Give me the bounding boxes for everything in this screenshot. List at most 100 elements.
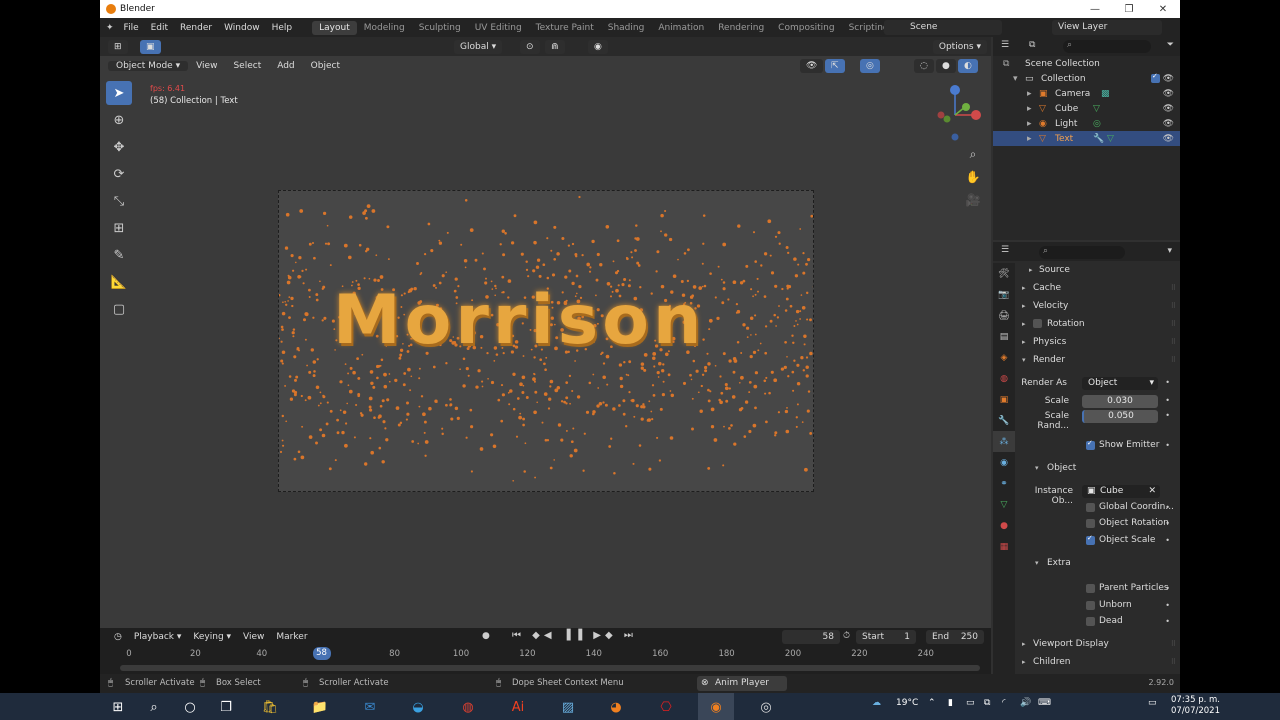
measure-tool-icon[interactable]: 📐 [106,270,132,294]
shading-wireframe-icon[interactable]: ◌ [914,59,934,73]
volume-icon[interactable]: 🔊 [1020,698,1031,708]
zoom-icon[interactable]: ⌕ [965,147,981,163]
battery-icon[interactable]: ▭ [966,698,975,708]
section-source[interactable]: ▸ Source [1015,262,1180,278]
menu-edit[interactable]: Edit [145,23,174,33]
mesh-data-icon[interactable]: ▽ [1093,104,1100,114]
data-tab-icon[interactable]: ▽ [993,494,1015,515]
expand-icon[interactable]: ▸ [1027,119,1032,129]
viewport-menu-select[interactable]: Select [225,61,269,71]
minimize-button[interactable]: — [1078,0,1112,18]
view-layer-tab-icon[interactable]: ▤ [993,326,1015,347]
outliner-scene-collection[interactable]: ⧉ Scene Collection [993,56,1180,71]
outliner-item-cube[interactable]: ▸ ▽ Cube ▽ 👁 [993,101,1180,116]
keyframe-dot[interactable]: • [1165,396,1170,405]
drag-grip-icon[interactable]: ⠿ [1171,352,1176,368]
filter-icon[interactable]: ⏷ [1167,40,1174,50]
cancel-icon[interactable]: ⊗ [701,676,709,691]
keyframe-dot[interactable]: • [1165,378,1170,387]
editor-type-icon[interactable]: ⊞ [108,40,128,54]
keyframe-dot[interactable]: • [1165,441,1170,450]
timeline-editor-type-icon[interactable]: ◷ [108,632,128,642]
object-scale-checkbox[interactable] [1086,534,1095,545]
viewport-menu-add[interactable]: Add [269,61,302,71]
tool-tab-icon[interactable]: 🛠 [993,263,1015,284]
mail-icon[interactable]: ✉ [360,697,380,717]
tab-sculpting[interactable]: Sculpting [412,21,468,35]
particles-tab-icon[interactable]: ⁂ [993,431,1015,452]
shading-material-icon[interactable]: ◐ [958,59,978,73]
select-tool-icon[interactable]: ➤ [106,81,132,105]
blender-taskbar-icon[interactable]: ◉ [706,697,726,717]
scale-random-field[interactable]: 0.050 [1082,410,1158,423]
outliner-item-camera[interactable]: ▸ ▣ Camera ▩ 👁 [993,86,1180,101]
unborn-checkbox[interactable] [1086,601,1095,610]
render-tab-icon[interactable]: 📷 [993,284,1015,305]
section-extra[interactable]: ▾ Extra [1015,555,1180,571]
store-icon[interactable]: 🛍 [260,697,280,717]
eye-icon[interactable]: 👁 [1163,74,1174,84]
transform-orientation-select[interactable]: Global ▾ [454,40,503,54]
shading-solid-icon[interactable]: ● [936,59,956,73]
photos-icon[interactable]: ▨ [558,697,578,717]
notifications-icon[interactable]: ▭ [1148,698,1157,708]
parent-particles-checkbox[interactable] [1086,584,1095,593]
drag-grip-icon[interactable]: ⠿ [1171,298,1176,314]
scale-field[interactable]: 0.030 [1082,395,1158,408]
keyframe-dot[interactable]: • [1165,519,1170,528]
file-explorer-icon[interactable]: 📁 [310,697,330,717]
playback-controls[interactable]: ⏮ ◆◀ ▐▐ ▶◆ ⏭ [512,630,637,641]
menu-help[interactable]: Help [266,23,299,33]
usb-icon[interactable]: ▮ [948,698,953,708]
material-tab-icon[interactable]: ● [993,515,1015,536]
rotation-checkbox[interactable] [1033,319,1042,328]
global-coordinates-checkbox[interactable] [1086,503,1095,512]
3d-viewport[interactable]: ⊞ ▣ Global ▾ ⊙ ⋒ ◉ Options ▾ Object Mode… [100,37,991,628]
section-velocity[interactable]: ▸ Velocity ⠿ [1015,298,1180,314]
outliner-search-input[interactable]: ⌕ [1063,40,1151,53]
menu-window[interactable]: Window [218,23,266,33]
viewport-menu-object[interactable]: Object [303,61,348,71]
end-frame-field[interactable]: End 250 [926,630,984,644]
section-rotation[interactable]: ▸ Rotation ⠿ [1015,316,1180,332]
outliner-collection[interactable]: ▾ ▭ Collection 👁 [993,71,1180,86]
clear-icon[interactable]: ✕ [1148,485,1156,498]
drag-grip-icon[interactable]: ⠿ [1171,636,1176,652]
render-as-select[interactable]: Object ▾ [1082,377,1158,390]
object-rotation-checkbox[interactable] [1086,519,1095,528]
modifier-tab-icon[interactable]: 🔧 [993,410,1015,431]
record-icon[interactable]: ● [482,631,490,641]
add-cube-tool-icon[interactable]: ▢ [106,297,132,321]
keyframe-dot[interactable]: • [1165,411,1170,420]
eye-icon[interactable]: 👁 [1163,119,1174,129]
menu-file[interactable]: File [118,23,145,33]
task-view-icon[interactable]: ❐ [216,697,236,717]
expand-icon[interactable]: ▸ [1027,89,1032,99]
section-viewport-display[interactable]: ▸ Viewport Display ⠿ [1015,636,1180,652]
tab-rendering[interactable]: Rendering [711,21,771,35]
weather-icon[interactable]: ☁ [872,698,881,708]
playhead[interactable]: 58 [312,647,331,660]
properties-editor-icon[interactable]: ☰ [1001,245,1009,255]
current-frame-field[interactable]: 58 [782,630,840,644]
obs-icon[interactable]: ◎ [756,697,776,717]
start-frame-field[interactable]: Start 1 [856,630,916,644]
display-mode-icon[interactable]: ⧉ [1029,40,1035,50]
maximize-button[interactable]: ❐ [1112,0,1146,18]
timeline-menu-marker[interactable]: Marker [270,632,313,642]
language-icon[interactable]: ⌨ [1038,698,1051,708]
world-tab-icon[interactable]: ◍ [993,368,1015,389]
eye-icon[interactable]: 👁 [1163,89,1174,99]
light-data-icon[interactable]: ◎ [1093,119,1101,129]
scale-tool-icon[interactable]: ⤡ [106,189,132,213]
chrome-icon[interactable]: ◍ [458,697,478,717]
keyframe-dot[interactable]: • [1165,536,1170,545]
timeline-menu-keying[interactable]: Keying ▾ [187,632,237,642]
gizmo-toggle-icon[interactable]: ⇱ [825,59,845,73]
transform-tool-icon[interactable]: ⊞ [106,216,132,240]
section-render[interactable]: ▾ Render ⠿ [1015,352,1180,368]
section-object[interactable]: ▾ Object [1015,460,1180,476]
properties-search-input[interactable]: ⌕ [1039,246,1125,259]
edge-icon[interactable]: ◒ [408,697,428,717]
eye-icon[interactable]: 👁 [1163,134,1174,144]
